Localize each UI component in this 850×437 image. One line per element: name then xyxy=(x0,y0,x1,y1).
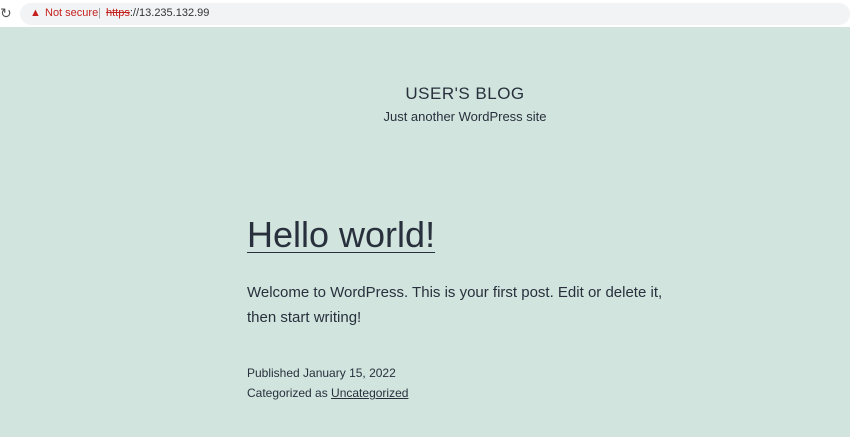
site-title[interactable]: USER'S BLOG xyxy=(0,84,850,104)
warning-icon: ▲ xyxy=(30,7,41,19)
post-content: Welcome to WordPress. This is your first… xyxy=(247,284,663,326)
url-host: ://13.235.132.99 xyxy=(129,7,210,19)
post-category: Categorized as Uncategorized xyxy=(247,386,408,400)
url-text[interactable]: https://13.235.132.99 xyxy=(106,7,209,19)
browser-toolbar: ↻ ▲ Not secure | https://13.235.132.99 xyxy=(0,0,850,27)
site-tagline: Just another WordPress site xyxy=(383,109,547,124)
security-label[interactable]: Not secure xyxy=(45,7,98,19)
post-title-link[interactable]: Hello world! xyxy=(247,214,435,256)
url-scheme: https xyxy=(106,7,130,19)
divider: | xyxy=(98,7,101,19)
reload-icon[interactable]: ↻ xyxy=(0,5,12,22)
category-prefix: Categorized as xyxy=(247,386,332,400)
address-bar[interactable]: ▲ Not secure | https://13.235.132.99 xyxy=(20,3,850,25)
post-published-date: Published January 15, 2022 xyxy=(247,366,396,380)
category-link[interactable]: Uncategorized xyxy=(331,386,408,400)
